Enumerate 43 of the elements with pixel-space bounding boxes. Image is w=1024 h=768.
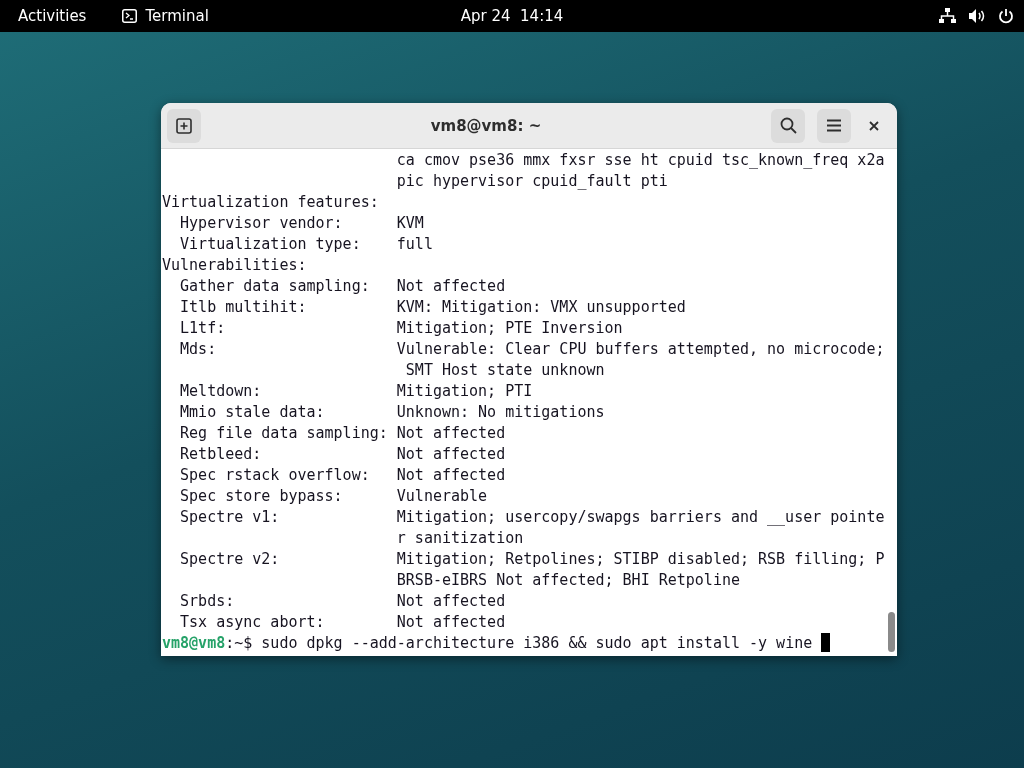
activities-button[interactable]: Activities bbox=[18, 7, 87, 25]
terminal-line: Itlb multihit: KVM: Mitigation: VMX unsupported bbox=[179, 297, 687, 318]
volume-icon[interactable] bbox=[968, 8, 986, 24]
terminal-line: Hypervisor vendor: KVM bbox=[179, 213, 425, 234]
terminal-line: BRSB-eIBRS Not affected; BHI Retpoline bbox=[395, 570, 741, 591]
terminal-line: Virtualization features: bbox=[162, 192, 380, 213]
text-cursor bbox=[821, 633, 831, 652]
terminal-line: Spec store bypass: Vulnerable bbox=[179, 486, 489, 507]
terminal-line: SMT Host state unknown bbox=[404, 360, 606, 381]
terminal-line: Reg file data sampling: Not affected bbox=[179, 423, 507, 444]
prompt-user-host: vm8@vm8 bbox=[162, 634, 226, 652]
terminal-line: Spec rstack overflow: Not affected bbox=[179, 465, 507, 486]
prompt-path: :~$ bbox=[225, 634, 254, 652]
terminal-line: Gather data sampling: Not affected bbox=[179, 276, 507, 297]
menu-button[interactable] bbox=[817, 108, 851, 143]
terminal-line: Tsx async abort: Not affected bbox=[179, 612, 507, 633]
power-icon[interactable] bbox=[998, 8, 1014, 24]
terminal-line: pic hypervisor cpuid_fault pti bbox=[395, 171, 669, 192]
terminal-icon bbox=[122, 9, 138, 23]
terminal-line: Meltdown: Mitigation; PTI bbox=[179, 381, 534, 402]
new-tab-button[interactable] bbox=[167, 108, 201, 143]
terminal-line: Spectre v1: Mitigation; usercopy/swapgs barriers and __user pointe bbox=[179, 507, 885, 528]
menu-icon bbox=[826, 119, 842, 132]
search-icon bbox=[779, 117, 797, 134]
clock[interactable]: Apr 24 14:14 bbox=[460, 7, 564, 25]
terminal-line: ca cmov pse36 mmx fxsr sse ht cpuid tsc_known_freq x2a bbox=[395, 150, 885, 171]
terminal-line: r sanitization bbox=[395, 528, 525, 549]
scrollbar-thumb[interactable] bbox=[888, 612, 895, 652]
search-button[interactable] bbox=[771, 108, 805, 143]
command-text: sudo dpkg --add-architecture i386 && sudo apt install -y wine bbox=[261, 634, 814, 652]
window-title: vm8@vm8: ~ bbox=[429, 116, 543, 135]
terminal-line: Mds: Vulnerable: Clear CPU buffers attempted, no microcode; bbox=[179, 339, 885, 360]
terminal-line: Spectre v2: Mitigation; Retpolines; STIBP disabled; RSB filling; P bbox=[179, 549, 885, 570]
new-tab-icon bbox=[176, 117, 192, 134]
close-icon bbox=[869, 120, 879, 131]
terminal-line: Retbleed: Not affected bbox=[179, 444, 507, 465]
terminal-line: Vulnerabilities: bbox=[162, 255, 308, 276]
terminal-line: Virtualization type: full bbox=[179, 234, 434, 255]
network-icon[interactable] bbox=[939, 8, 956, 24]
terminal-line: Mmio stale data: Unknown: No mitigations bbox=[179, 402, 606, 423]
terminal-line: L1tf: Mitigation; PTE Inversion bbox=[179, 318, 624, 339]
app-name[interactable]: Terminal bbox=[145, 7, 209, 25]
terminal-line: Srbds: Not affected bbox=[179, 591, 507, 612]
